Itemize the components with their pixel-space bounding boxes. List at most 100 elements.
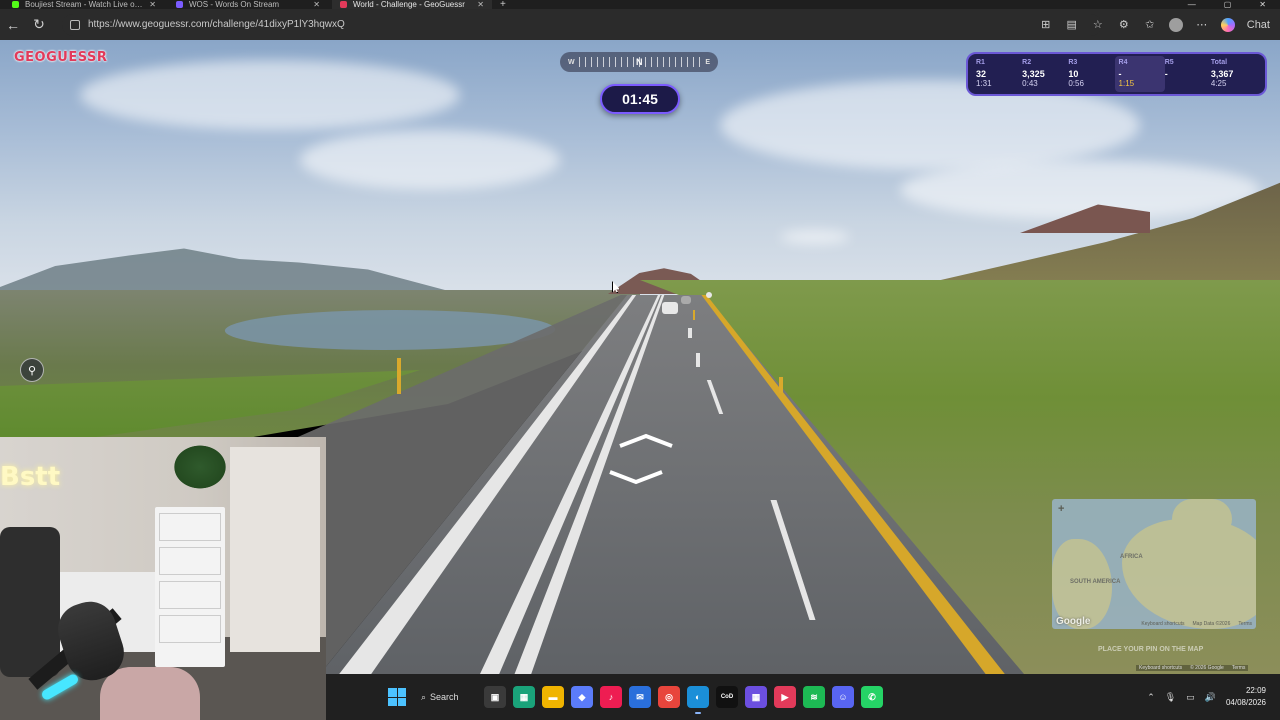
round-label: R2	[1022, 59, 1032, 66]
move-back-arrow[interactable]	[609, 470, 663, 485]
windows-start-icon[interactable]	[388, 688, 406, 706]
toolbar-actions: ⊞ ▤ ☆ ⚙ ✩ ⋯ Chat	[1039, 9, 1270, 40]
clock-time: 22:09	[1245, 686, 1266, 695]
taskbar-search-label: Search	[430, 692, 459, 702]
microphone-icon[interactable]: 🎙	[1165, 692, 1176, 703]
search-icon: ⌕	[421, 691, 427, 702]
map-label-south-america: SOUTH AMERICA	[1070, 579, 1121, 585]
file-explorer-icon[interactable]: ▬	[542, 686, 564, 708]
tab-favicon-icon	[176, 1, 183, 8]
windows-taskbar: ⌕ Search ▣ ▦ ▬ ◆ ♪ ✉ ◎ ◐ CoD ▦ ▶ ≋ ☺ ✆ ⌃ 🎙 ▭ 🔊 22:09 …	[326, 674, 1280, 720]
tab-favicon-icon	[340, 1, 347, 8]
streetview-footer: Keyboard shortcuts © 2026 Google Terms	[1136, 665, 1249, 671]
browser-toolbar: ← ↻ https://www.geoguessr.com/challenge/…	[0, 9, 1280, 40]
browser-tab[interactable]: WOS - Words On Stream ✕	[168, 0, 328, 9]
webcam-feed: Bstt	[0, 437, 326, 720]
return-to-start-button[interactable]: ⚲	[20, 358, 44, 382]
map-zoom-in-button[interactable]: +	[1058, 503, 1064, 515]
copilot-icon[interactable]	[1220, 17, 1235, 32]
more-menu-icon[interactable]: ⋯	[1195, 18, 1209, 31]
cloud	[80, 60, 460, 130]
rewind-icon[interactable]: ▶	[774, 686, 796, 708]
map-keyboard-shortcuts-link[interactable]: Keyboard shortcuts	[1141, 621, 1184, 627]
calendar-icon[interactable]: ▦	[513, 686, 535, 708]
taskbar-clock[interactable]: 22:09 04/08/2026	[1226, 685, 1266, 709]
movement-arrows[interactable]	[606, 432, 676, 492]
tab-favicon-icon	[12, 1, 19, 8]
taskbar-search[interactable]: ⌕ Search	[413, 685, 477, 709]
compass: W N E	[560, 52, 718, 72]
tab-close-icon[interactable]: ✕	[477, 0, 484, 9]
road-marker-post	[779, 377, 783, 393]
drawer	[159, 615, 221, 643]
keyboard-shortcuts-link[interactable]: Keyboard shortcuts	[1139, 665, 1182, 671]
taskbar-apps: ⌕ Search ▣ ▦ ▬ ◆ ♪ ✉ ◎ ◐ CoD ▦ ▶ ≋ ☺ ✆	[388, 674, 883, 720]
browser-tab-strip: Boujiest Stream - Watch Live on K ✕ WOS - …	[0, 0, 1280, 9]
back-icon[interactable]: ←	[0, 17, 26, 33]
clock-date: 04/08/2026	[1225, 698, 1266, 707]
favorite-star-icon[interactable]: ☆	[1091, 18, 1105, 31]
geoguessr-logo[interactable]: GEOGUESSR	[14, 50, 107, 65]
location-pin-icon: ⚲	[27, 364, 37, 377]
call-of-duty-icon[interactable]: CoD	[716, 686, 738, 708]
round-score: 10	[1068, 69, 1079, 79]
address-bar[interactable]: https://www.geoguessr.com/challenge/41di…	[62, 13, 1102, 36]
copilot-icon[interactable]: ◆	[571, 686, 593, 708]
spotify-icon[interactable]: ≋	[803, 686, 825, 708]
map-terms-link[interactable]: Terms	[1238, 621, 1252, 627]
map-label-africa: AFRICA	[1120, 554, 1143, 560]
car	[681, 296, 691, 304]
chat-button[interactable]: Chat	[1247, 19, 1270, 31]
compass-east: E	[705, 58, 710, 66]
compass-west: W	[568, 58, 575, 66]
lane-dash	[688, 328, 692, 338]
grid-app-icon[interactable]: ▦	[745, 686, 767, 708]
terms-link[interactable]: Terms	[1232, 665, 1246, 671]
move-forward-arrow[interactable]	[619, 433, 673, 448]
volume-icon[interactable]: 🔊	[1205, 692, 1216, 703]
maximize-button[interactable]: ▢	[1224, 0, 1232, 9]
network-icon[interactable]: ▭	[1186, 692, 1195, 703]
map-land-africa	[1122, 519, 1256, 629]
chevron-up-icon[interactable]: ⌃	[1147, 692, 1155, 703]
cloud	[300, 130, 560, 190]
round-label: R4	[1118, 59, 1128, 66]
mail-icon[interactable]: ✉	[629, 686, 651, 708]
minimize-button[interactable]: —	[1188, 0, 1196, 9]
whatsapp-icon[interactable]: ✆	[861, 686, 883, 708]
round-time: 4:25	[1210, 79, 1227, 88]
round-r5: R5 -	[1165, 58, 1211, 90]
car	[706, 292, 712, 298]
round-timer: 01:45	[600, 84, 680, 114]
collections-icon[interactable]: ✩	[1143, 18, 1157, 31]
extensions-icon[interactable]: ⚙	[1117, 18, 1131, 31]
tab-close-icon[interactable]: ✕	[313, 0, 320, 9]
task-view-icon[interactable]: ▣	[484, 686, 506, 708]
google-logo: Google	[1056, 616, 1091, 627]
refresh-icon[interactable]: ↻	[26, 16, 52, 33]
round-r2: R2 3,325 0:43	[1022, 58, 1068, 90]
round-score: -	[1118, 69, 1122, 79]
tab-close-icon[interactable]: ✕	[149, 0, 156, 9]
map-data-credit: Map Data ©2026	[1192, 621, 1231, 627]
round-r3: R3 10 0:56	[1068, 58, 1114, 90]
webcam-chair	[0, 527, 60, 677]
split-screen-icon[interactable]: ⊞	[1039, 18, 1053, 31]
drawer	[159, 547, 221, 575]
round-total: Total 3,367 4:25	[1211, 58, 1257, 90]
map-footer: Keyboard shortcuts Map Data ©2026 Terms	[1141, 621, 1252, 627]
discord-icon[interactable]: ☺	[832, 686, 854, 708]
edge-icon[interactable]: ◐	[687, 686, 709, 714]
browser-tab[interactable]: Boujiest Stream - Watch Live on K ✕	[4, 0, 164, 9]
reader-icon[interactable]: ▤	[1065, 18, 1079, 31]
profile-avatar[interactable]	[1168, 17, 1183, 32]
road-marker-post	[693, 310, 695, 320]
tiktok-icon[interactable]: ♪	[600, 686, 622, 708]
new-tab-button[interactable]: +	[500, 0, 506, 9]
browser-tab[interactable]: World - Challenge - GeoGuessr ✕	[332, 0, 492, 9]
drawer	[159, 513, 221, 541]
chrome-icon[interactable]: ◎	[658, 686, 680, 708]
round-label: Total	[1210, 59, 1228, 66]
guess-minimap[interactable]: + AFRICA SOUTH AMERICA Google Keyboard s…	[1052, 499, 1256, 629]
close-window-button[interactable]: ✕	[1259, 0, 1266, 9]
